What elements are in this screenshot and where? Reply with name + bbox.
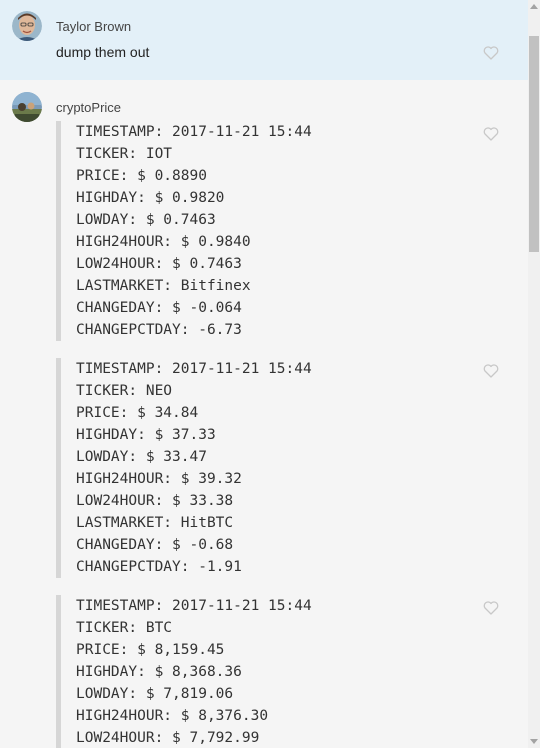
message-cryptoprice[interactable]: cryptoPrice TIMESTAMP: 2017-11-21 15:44 … [0,80,528,748]
ticker-block-neo: TIMESTAMP: 2017-11-21 15:44 TICKER: NEO … [56,358,496,578]
message-text: dump them out [56,44,150,60]
ticker-line: TICKER: IOT [76,146,173,162]
ticker-line: LOWDAY: $ 7,819.06 [76,686,234,702]
ticker-line: HIGH24HOUR: $ 39.32 [76,471,242,487]
ticker-line: LASTMARKET: Bitfinex [76,278,251,294]
ticker-line: LOW24HOUR: $ 0.7463 [76,256,242,272]
ticker-line: LOWDAY: $ 0.7463 [76,212,216,228]
ticker-line: TICKER: NEO [76,383,173,399]
ticker-line: HIGH24HOUR: $ 8,376.30 [76,708,269,724]
ticker-line: CHANGEPCTDAY: -6.73 [76,322,242,338]
ticker-line: LASTMARKET: HitBTC [76,515,234,531]
message-taylor-brown[interactable]: Taylor Brown dump them out [0,0,528,80]
heart-outline-icon[interactable] [483,46,499,60]
ticker-line: PRICE: $ 0.8890 [76,168,207,184]
ticker-line: LOWDAY: $ 33.47 [76,449,207,465]
avatar-cryptoprice[interactable] [12,92,42,122]
ticker-line: TICKER: BTC [76,620,173,636]
heart-outline-icon[interactable] [483,601,499,615]
ticker-line: CHANGEDAY: $ -0.68 [76,537,234,553]
bot-avatar-image [12,92,42,122]
ticker-line: HIGHDAY: $ 8,368.36 [76,664,242,680]
sender-name[interactable]: Taylor Brown [56,19,131,34]
sender-name[interactable]: cryptoPrice [56,100,121,115]
ticker-line: HIGHDAY: $ 37.33 [76,427,216,443]
ticker-line: PRICE: $ 8,159.45 [76,642,225,658]
heart-outline-icon[interactable] [483,364,499,378]
ticker-line: TIMESTAMP: 2017-11-21 15:44 [76,361,312,377]
avatar-taylor-brown[interactable] [12,11,42,41]
ticker-line: LOW24HOUR: $ 7,792.99 [76,730,260,746]
chat-window: Taylor Brown dump them out cryptoPrice T… [0,0,540,748]
ticker-line: HIGH24HOUR: $ 0.9840 [76,234,251,250]
vertical-scrollbar[interactable] [528,0,540,748]
ticker-line: PRICE: $ 34.84 [76,405,199,421]
ticker-line: CHANGEPCTDAY: -1.91 [76,559,242,575]
ticker-block-iot: TIMESTAMP: 2017-11-21 15:44 TICKER: IOT … [56,121,496,341]
ticker-line: CHANGEDAY: $ -0.064 [76,300,242,316]
ticker-line: LOW24HOUR: $ 33.38 [76,493,234,509]
ticker-block-btc: TIMESTAMP: 2017-11-21 15:44 TICKER: BTC … [56,595,496,748]
ticker-line: HIGHDAY: $ 0.9820 [76,190,225,206]
ticker-line: TIMESTAMP: 2017-11-21 15:44 [76,598,312,614]
heart-outline-icon[interactable] [483,127,499,141]
scrollbar-thumb[interactable] [529,36,539,252]
ticker-line: TIMESTAMP: 2017-11-21 15:44 [76,124,312,140]
arrow-up-icon[interactable] [530,4,538,9]
person-avatar-image [12,11,42,41]
arrow-down-icon[interactable] [530,739,538,744]
